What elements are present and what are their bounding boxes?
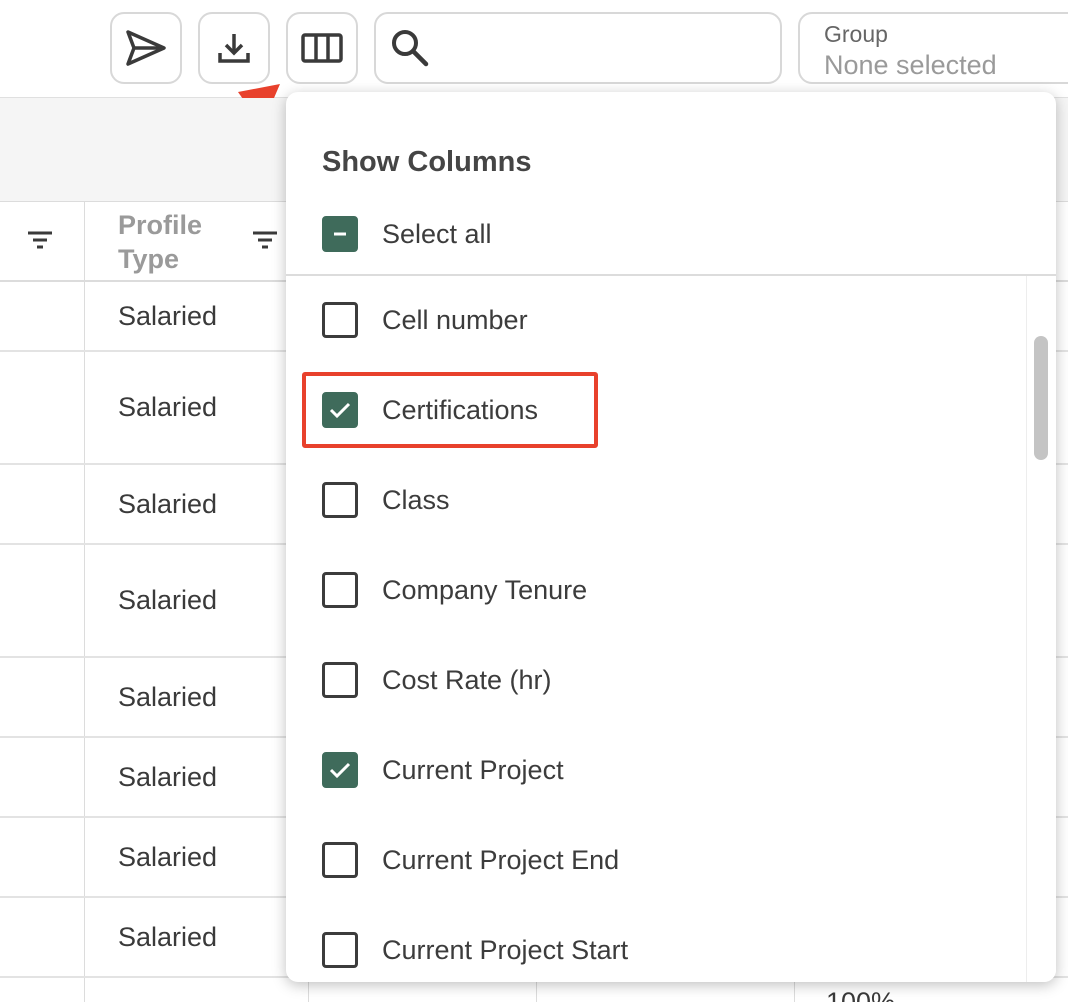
select-all-label: Select all bbox=[382, 219, 492, 249]
annotation-highlight-box bbox=[302, 372, 598, 448]
column-option-current-project-start[interactable]: Current Project Start bbox=[322, 930, 628, 970]
minus-icon bbox=[334, 232, 346, 236]
checkbox[interactable] bbox=[322, 752, 358, 788]
checkbox[interactable] bbox=[322, 662, 358, 698]
column-option-current-project[interactable]: Current Project bbox=[322, 750, 564, 790]
checkbox[interactable] bbox=[322, 302, 358, 338]
column-option-label: Cell number bbox=[382, 305, 528, 335]
table-cell-profile-type: Salaried bbox=[118, 842, 218, 872]
filter-icon[interactable] bbox=[251, 230, 279, 255]
column-option-label: Company Tenure bbox=[382, 575, 588, 605]
group-value: None selected bbox=[824, 50, 997, 80]
table-cell-profile-type: Salaried bbox=[118, 682, 218, 712]
panel-title: Show Columns bbox=[322, 146, 532, 178]
group-select[interactable]: Group None selected bbox=[798, 12, 1068, 84]
send-icon bbox=[124, 28, 168, 68]
table-cell-profile-type: Salaried bbox=[118, 585, 218, 615]
view-columns-icon bbox=[301, 33, 343, 63]
show-columns-panel: Show Columns Select all Cell number Cert… bbox=[286, 92, 1056, 982]
download-icon bbox=[217, 31, 251, 65]
checkbox[interactable] bbox=[322, 482, 358, 518]
table-cell-profile-type: Salaried bbox=[118, 489, 218, 519]
column-option-label: Current Project bbox=[382, 755, 564, 785]
search-input[interactable] bbox=[374, 12, 782, 84]
checkbox[interactable] bbox=[322, 572, 358, 608]
send-button[interactable] bbox=[110, 12, 182, 84]
column-option-cell-number[interactable]: Cell number bbox=[322, 300, 528, 340]
group-label: Group bbox=[824, 21, 888, 47]
filter-icon[interactable] bbox=[26, 230, 54, 255]
column-option-cost-rate[interactable]: Cost Rate (hr) bbox=[322, 660, 552, 700]
select-all-option[interactable]: Select all bbox=[322, 216, 492, 252]
search-icon bbox=[390, 28, 430, 73]
scrollbar-thumb[interactable] bbox=[1034, 336, 1048, 460]
column-option-label: Current Project End bbox=[382, 845, 620, 875]
column-option-label: Cost Rate (hr) bbox=[382, 665, 552, 695]
columns-button[interactable] bbox=[286, 12, 358, 84]
column-divider bbox=[84, 202, 85, 1002]
checkmark-icon bbox=[329, 762, 351, 779]
table-cell-profile-type: Salaried bbox=[118, 301, 218, 331]
column-option-label: Class bbox=[382, 485, 450, 515]
column-option-company-tenure[interactable]: Company Tenure bbox=[322, 570, 587, 610]
column-option-class[interactable]: Class bbox=[322, 480, 450, 520]
profile-type-header: Profile Type bbox=[118, 210, 203, 274]
table-cell-profile-type: Salaried bbox=[118, 762, 218, 792]
toolbar: Group None selected bbox=[0, 0, 1068, 98]
checkbox[interactable] bbox=[322, 932, 358, 968]
column-option-current-project-end[interactable]: Current Project End bbox=[322, 840, 619, 880]
table-cell-profile-type: Salaried bbox=[118, 392, 218, 422]
column-option-label: Current Project Start bbox=[382, 935, 629, 965]
table-cell-partial: 100% bbox=[826, 987, 896, 1002]
select-all-checkbox[interactable] bbox=[322, 216, 358, 252]
table-cell-profile-type: Salaried bbox=[118, 922, 218, 952]
checkbox[interactable] bbox=[322, 842, 358, 878]
